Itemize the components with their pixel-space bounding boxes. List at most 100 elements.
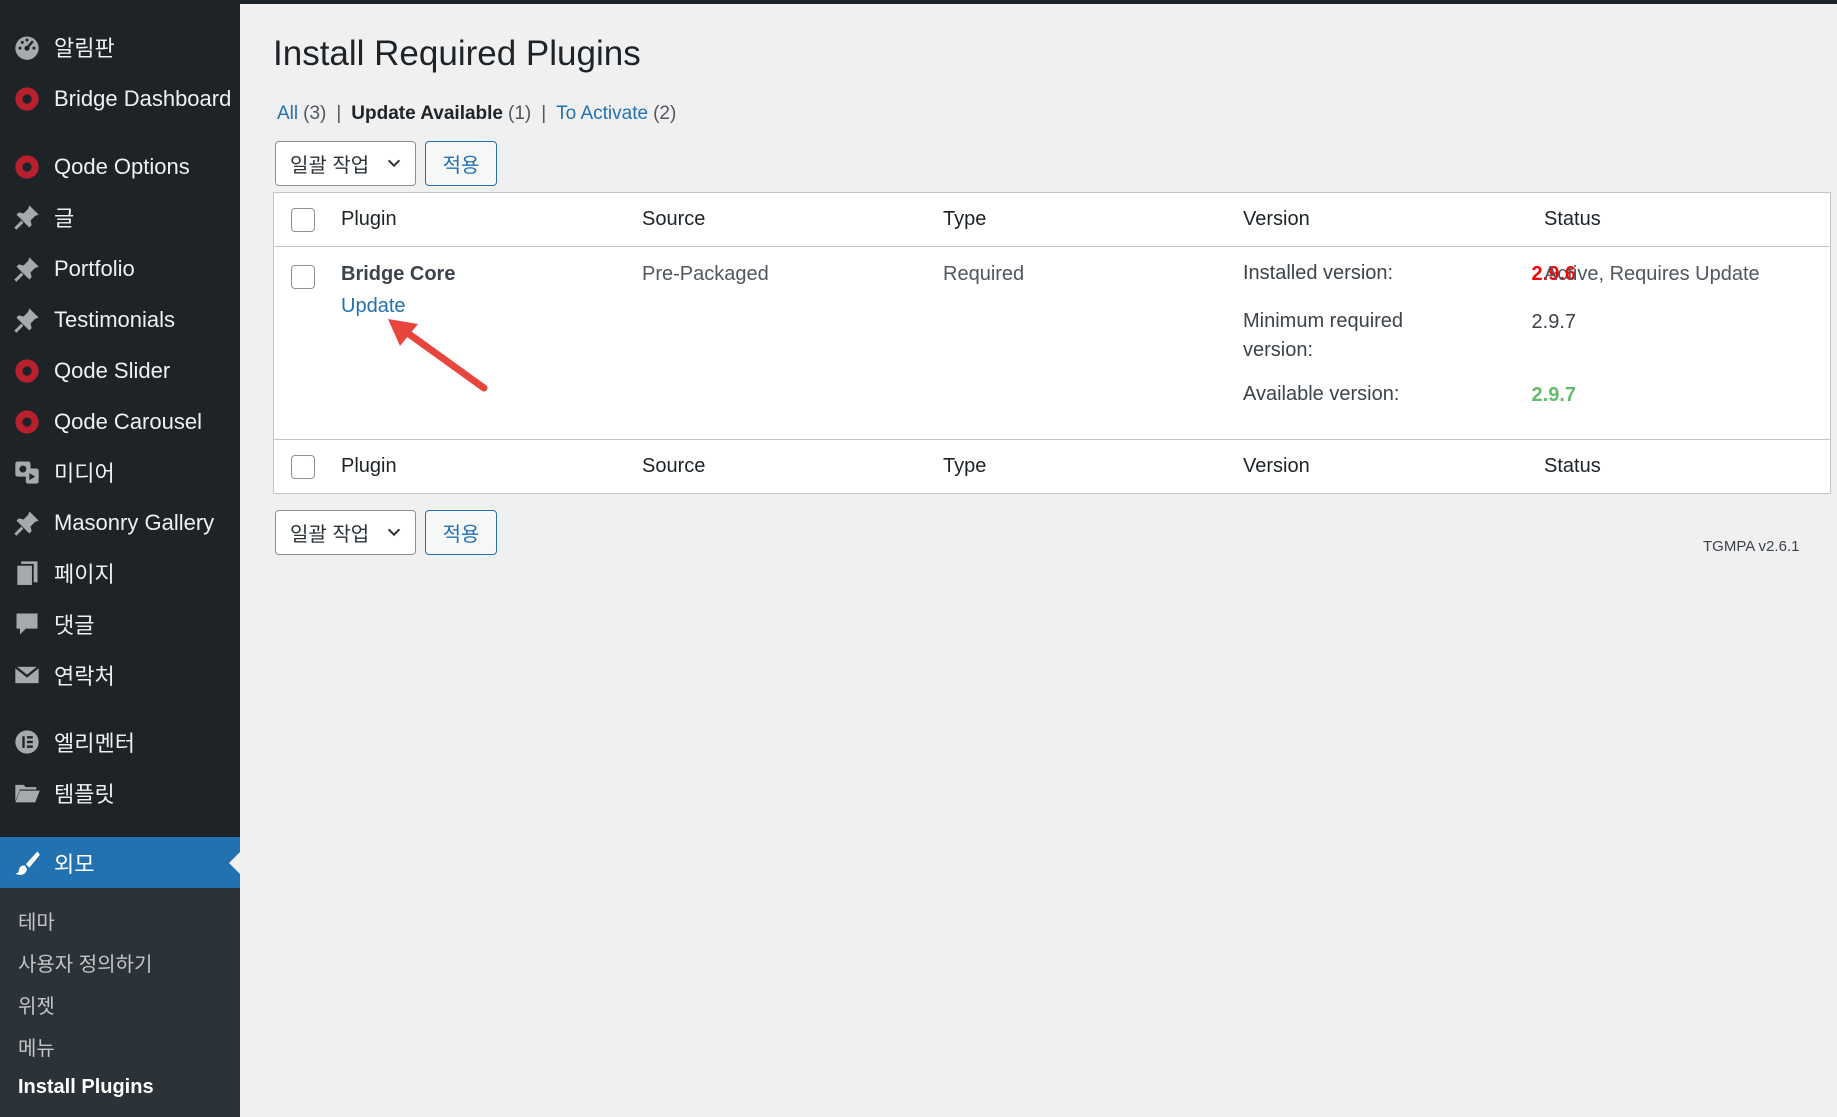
menu-appearance[interactable]: 외모	[0, 837, 240, 888]
select-all-checkbox-bottom[interactable]	[291, 455, 315, 479]
admin-sidebar: 알림판 Bridge Dashboard Qode Options 글 Port…	[0, 0, 240, 1117]
pages-icon	[12, 558, 42, 588]
menu-elementor[interactable]: 엘리멘터	[0, 717, 240, 767]
filter-label: All	[277, 103, 299, 124]
menu-label: 알림판	[54, 36, 115, 61]
column-type: Type	[943, 455, 987, 477]
pushpin-icon	[12, 305, 42, 335]
plugin-status: Active, Requires Update	[1544, 263, 1760, 285]
menu-qode-slider[interactable]: Qode Slider	[0, 346, 240, 396]
bulk-action-select-top[interactable]: 일괄 작업	[275, 141, 416, 186]
dashboard-gauge-icon	[12, 32, 42, 62]
qode-circle-icon	[12, 356, 42, 386]
minimum-version-value: 2.9.7	[1531, 311, 1576, 333]
column-source: Source	[642, 455, 706, 477]
page-title: Install Required Plugins	[273, 34, 641, 73]
menu-label: Qode Carousel	[54, 409, 202, 434]
pushpin-icon	[12, 254, 42, 284]
menu-label: 템플릿	[54, 782, 115, 807]
available-version-label: Available version:	[1243, 383, 1400, 405]
menu-qode-options[interactable]: Qode Options	[0, 142, 240, 192]
plugin-source: Pre-Packaged	[642, 263, 769, 285]
column-status: Status	[1544, 455, 1601, 477]
annotation-arrow-icon	[388, 319, 488, 392]
menu-contact[interactable]: 연락처	[0, 650, 240, 700]
menu-qode-carousel[interactable]: Qode Carousel	[0, 397, 240, 447]
minimum-version-label-line1: Minimum required	[1243, 310, 1404, 332]
menu-pages[interactable]: 페이지	[0, 548, 240, 598]
filter-count: (3)	[303, 103, 327, 124]
filter-update-available[interactable]: Update Available	[351, 103, 503, 125]
menu-comments[interactable]: 댓글	[0, 599, 240, 649]
submenu-menus[interactable]: 메뉴	[18, 1032, 55, 1061]
column-plugin: Plugin	[341, 208, 397, 230]
menu-label: Bridge Dashboard	[54, 86, 232, 111]
select-all-checkbox[interactable]	[291, 208, 315, 232]
bulk-action-select-bottom[interactable]: 일괄 작업	[275, 510, 416, 555]
appearance-submenu: 테마 사용자 정의하기 위젯 메뉴 Install Plugins	[0, 888, 240, 1117]
column-version: Version	[1243, 208, 1310, 230]
column-source: Source	[642, 208, 706, 230]
column-status: Status	[1544, 208, 1601, 230]
minimum-version-label-line2: version:	[1243, 339, 1314, 361]
qode-circle-icon	[12, 407, 42, 437]
filter-separator: |	[336, 103, 342, 124]
filter-count: (2)	[653, 103, 677, 124]
available-version-value: 2.9.7	[1531, 384, 1576, 406]
bulk-action-label: 일괄 작업	[290, 524, 370, 546]
menu-bridge-dashboard[interactable]: Bridge Dashboard	[0, 74, 240, 124]
menu-templates[interactable]: 템플릿	[0, 768, 240, 818]
plugins-table: Plugin Source Type Version Status Bridge…	[273, 192, 1831, 494]
menu-masonry-gallery[interactable]: Masonry Gallery	[0, 498, 240, 548]
menu-label: 연락처	[54, 664, 115, 689]
column-version: Version	[1243, 455, 1310, 477]
menu-testimonials[interactable]: Testimonials	[0, 295, 240, 345]
qode-circle-icon	[12, 84, 42, 114]
bulk-action-label: 일괄 작업	[290, 155, 370, 177]
menu-label: Qode Slider	[54, 358, 171, 383]
menu-label: 페이지	[54, 562, 115, 587]
column-plugin: Plugin	[341, 455, 397, 477]
table-header: Plugin Source Type Version Status	[274, 193, 1830, 247]
plugin-name: Bridge Core	[341, 263, 456, 285]
pushpin-icon	[12, 508, 42, 538]
submenu-customize[interactable]: 사용자 정의하기	[18, 948, 152, 977]
menu-posts[interactable]: 글	[0, 192, 240, 242]
elementor-icon	[12, 727, 42, 757]
apply-button-top[interactable]: 적용	[425, 141, 497, 186]
submenu-install-plugins[interactable]: Install Plugins	[18, 1076, 154, 1099]
tgmpa-version: TGMPA v2.6.1	[1703, 538, 1800, 555]
menu-dashboard[interactable]: 알림판	[0, 22, 240, 72]
menu-portfolio[interactable]: Portfolio	[0, 244, 240, 294]
filter-count: (1)	[508, 103, 532, 124]
column-type: Type	[943, 208, 987, 230]
plugin-type: Required	[943, 263, 1025, 285]
menu-label: 엘리멘터	[54, 731, 135, 756]
folder-icon	[12, 778, 42, 808]
menu-label: 미디어	[54, 461, 115, 486]
submenu-widgets[interactable]: 위젯	[18, 990, 55, 1019]
menu-label: Testimonials	[54, 307, 176, 332]
menu-label: Qode Options	[54, 154, 190, 179]
menu-label: Masonry Gallery	[54, 510, 215, 535]
filter-all[interactable]: All	[277, 103, 298, 125]
chevron-down-icon	[387, 528, 401, 537]
paintbrush-icon	[12, 848, 42, 878]
apply-button-bottom[interactable]: 적용	[425, 510, 497, 555]
qode-circle-icon	[12, 152, 42, 182]
row-checkbox[interactable]	[291, 265, 315, 289]
submenu-themes[interactable]: 테마	[18, 906, 55, 935]
update-link[interactable]: Update	[341, 295, 406, 318]
media-icon	[12, 457, 42, 487]
menu-label: 댓글	[54, 613, 95, 638]
menu-media[interactable]: 미디어	[0, 447, 240, 497]
chevron-down-icon	[387, 159, 401, 168]
filter-to-activate[interactable]: To Activate	[556, 103, 648, 125]
admin-top-bar	[0, 0, 1837, 4]
installed-version-label: Installed version:	[1243, 262, 1394, 284]
menu-label: Portfolio	[54, 256, 135, 281]
filter-label: To Activate	[556, 103, 649, 124]
filter-separator: |	[541, 103, 547, 124]
menu-label: 글	[54, 206, 75, 231]
table-footer: Plugin Source Type Version Status	[274, 439, 1830, 493]
